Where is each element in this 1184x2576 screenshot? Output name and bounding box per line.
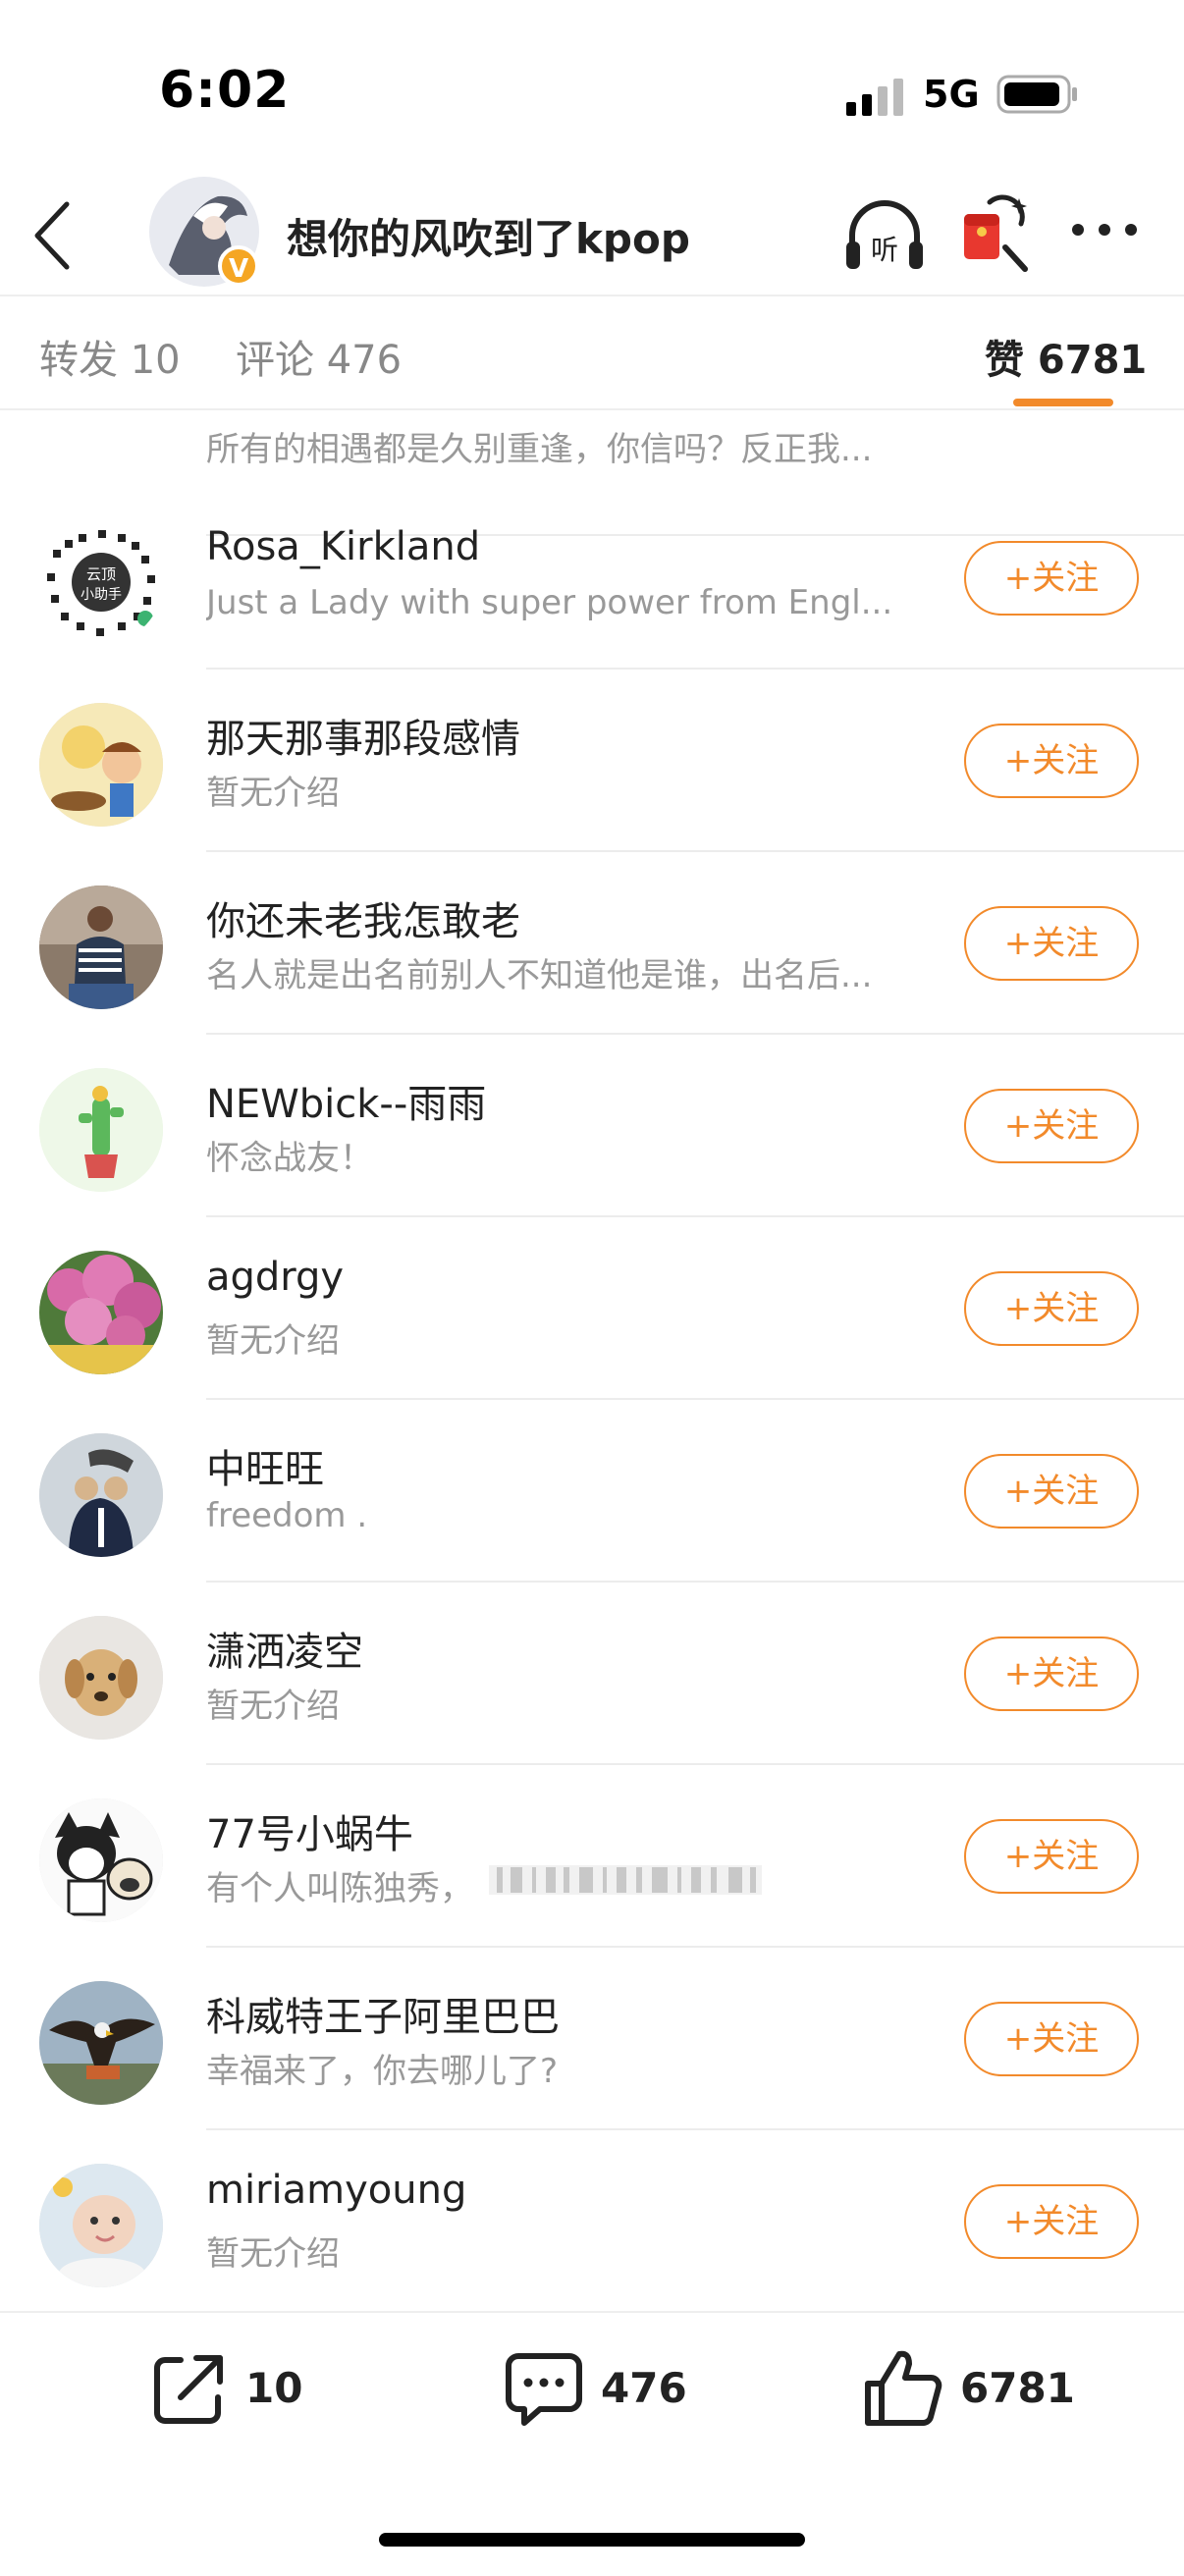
user-avatar[interactable] [39,703,163,827]
user-avatar[interactable] [39,1251,163,1374]
repost-icon [154,2355,223,2424]
home-indicator[interactable] [379,2533,805,2547]
repost-button[interactable]: 10 [151,2346,308,2435]
tab-likes[interactable]: 赞 6781 [985,328,1147,385]
user-avatar[interactable]: 云顶 小助手 [39,520,163,644]
user-bio: 暂无介绍 [206,1687,340,1726]
red-packet-search-icon[interactable] [960,194,1029,277]
listen-headphones-icon[interactable]: 听 [844,198,925,273]
list-item[interactable]: 77号小蜗牛 有个人叫陈独秀， +关注 [0,1765,1184,1948]
user-name[interactable]: miriamyoung [206,2168,466,2213]
user-name[interactable]: 你还未老我怎敢老 [206,889,520,946]
comment-count: 476 [601,2364,687,2412]
likes-user-list: 所有的相遇都是久别重逢，你信吗？反正我... +关注 云顶 小助手 [0,410,1184,2311]
user-avatar[interactable] [39,1798,163,1922]
thumbs-up-icon [865,2350,942,2426]
list-item[interactable]: 那天那事那段感情 暂无介绍 +关注 [0,670,1184,852]
header-title: 想你的风吹到了kpop [287,215,690,263]
back-arrow-icon[interactable] [29,198,77,273]
qr-label: 小助手 [81,587,122,603]
user-avatar[interactable] [39,1068,163,1192]
user-name[interactable]: Rosa_Kirkland [206,524,480,569]
battery-icon [996,75,1077,114]
signal-icon [846,79,903,116]
user-avatar[interactable] [39,1981,163,2105]
user-avatar[interactable] [39,2164,163,2287]
more-options-icon[interactable] [1070,220,1139,240]
user-name[interactable]: NEWbick--雨雨 [206,1072,486,1129]
user-name[interactable]: 中旺旺 [206,1437,324,1494]
active-tab-indicator [1013,399,1113,406]
list-item[interactable]: 科威特王子阿里巴巴 幸福来了，你去哪儿了? +关注 [0,1948,1184,2130]
follow-button[interactable]: +关注 [964,1271,1139,1346]
follow-button[interactable]: +关注 [964,1819,1139,1894]
follow-button[interactable]: +关注 [964,2184,1139,2259]
user-bio: 幸福来了，你去哪儿了? [206,2052,559,2091]
user-name[interactable]: 77号小蜗牛 [206,1802,413,1859]
status-time: 6:02 [159,61,291,120]
user-bio: 怀念战友！ [206,1139,373,1178]
tab-reposts[interactable]: 转发 10 [39,328,181,385]
user-bio: 暂无介绍 [206,1321,340,1361]
repost-count: 10 [245,2364,303,2412]
post-header: V 想你的风吹到了kpop 听 [0,177,1184,295]
follow-button[interactable]: +关注 [964,906,1139,981]
user-bio: 暂无介绍 [206,2234,340,2274]
user-bio: 有个人叫陈独秀， [206,1869,473,1908]
user-avatar[interactable] [39,1433,163,1557]
list-item[interactable]: 潇洒凌空 暂无介绍 +关注 [0,1583,1184,1765]
like-count: 6781 [960,2364,1075,2412]
user-avatar[interactable] [39,1616,163,1740]
tab-comments[interactable]: 评论 476 [236,328,402,385]
follow-button[interactable]: +关注 [964,1454,1139,1529]
user-bio: 所有的相遇都是久别重逢，你信吗？反正我... [206,430,873,469]
verified-badge: V [218,245,259,287]
svg-text:听: 听 [871,234,898,266]
redacted-text [489,1865,762,1895]
follow-button[interactable]: +关注 [964,541,1139,616]
user-bio: 名人就是出名前别人不知道他是谁，出名后... [206,956,873,995]
user-name[interactable]: 潇洒凌空 [206,1620,363,1677]
list-item[interactable]: 你还未老我怎敢老 名人就是出名前别人不知道他是谁，出名后... +关注 [0,852,1184,1035]
comment-icon [506,2353,582,2426]
user-avatar[interactable] [39,886,163,1009]
user-bio: freedom . [206,1496,368,1535]
like-button[interactable]: 6781 [864,2346,1080,2435]
follow-button[interactable]: +关注 [964,2002,1139,2076]
qr-label: 云顶 [86,565,116,583]
list-item[interactable]: 中旺旺 freedom . +关注 [0,1400,1184,1583]
user-bio: 暂无介绍 [206,774,340,813]
user-name[interactable]: 科威特王子阿里巴巴 [206,1985,560,2042]
follow-button[interactable]: +关注 [964,1089,1139,1163]
list-item[interactable]: agdrgy 暂无介绍 +关注 [0,1217,1184,1400]
list-item[interactable]: NEWbick--雨雨 怀念战友！ +关注 [0,1035,1184,1217]
comment-button[interactable]: 476 [505,2346,701,2435]
list-item[interactable]: miriamyoung 暂无介绍 +关注 [0,2130,1184,2311]
list-item[interactable]: 云顶 小助手 Rosa_Kirkland Just a Lady with su… [0,487,1184,670]
follow-button[interactable]: +关注 [964,1637,1139,1711]
user-name[interactable]: 那天那事那段感情 [206,707,520,764]
user-name[interactable]: agdrgy [206,1255,344,1300]
follow-button[interactable]: +关注 [964,724,1139,798]
network-type: 5G [923,73,980,116]
status-bar: 6:02 5G [0,0,1184,177]
user-bio: Just a Lady with super power from Engl..… [206,583,893,622]
interaction-tabs: 转发 10 评论 476 赞 6781 [0,295,1184,410]
